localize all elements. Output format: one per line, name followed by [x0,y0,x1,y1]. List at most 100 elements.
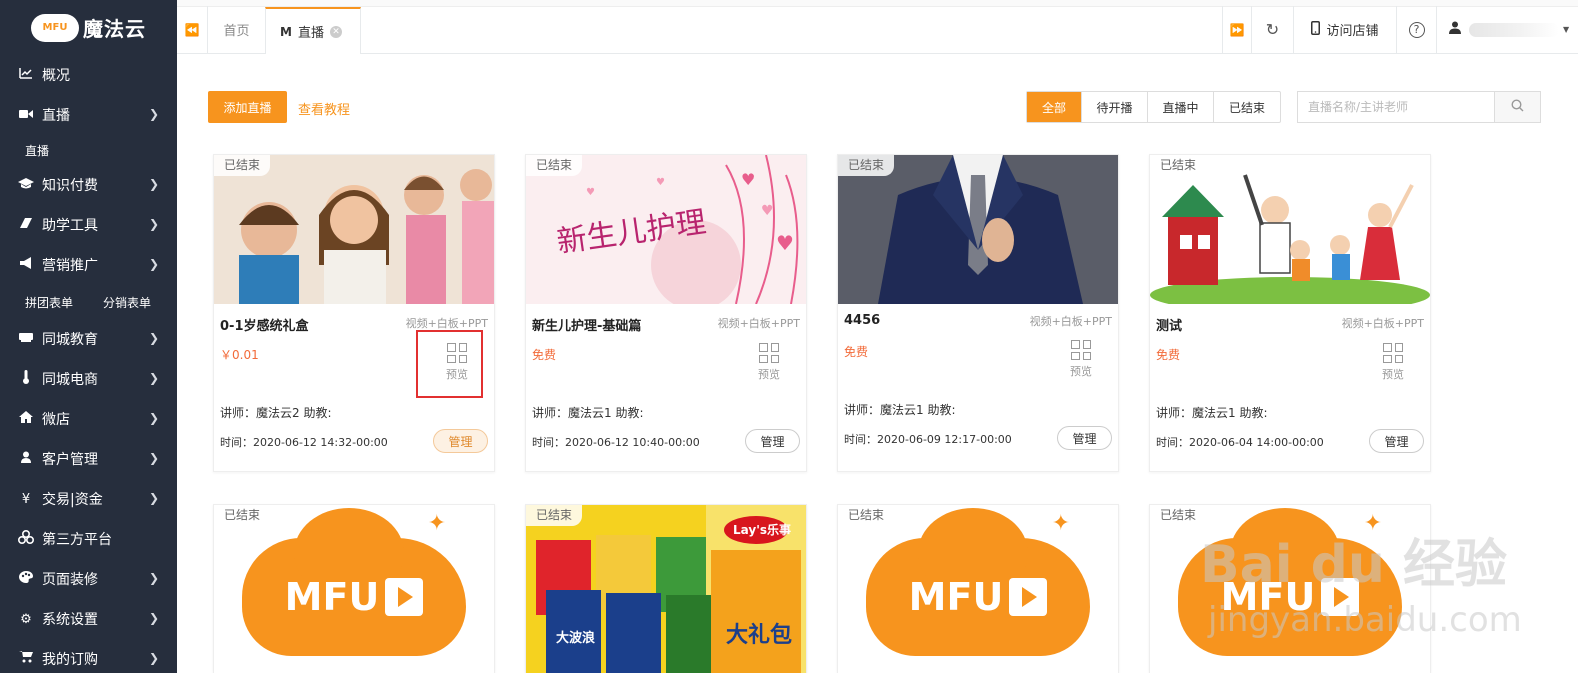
sidebar-item-knowledge[interactable]: 知识付费 ❯ [0,165,177,205]
manage-button[interactable]: 管理 [745,429,800,453]
sidebar-item-marketing[interactable]: 营销推广 ❯ [0,245,177,285]
tab-home[interactable]: 首页 [207,6,265,53]
live-card[interactable]: 已结束 测试 视频+白板+PPT 免费 预览 讲师：魔法云1 助教: 时间：20… [1149,154,1431,472]
live-card-thumbnail[interactable]: 已结束 ✦ MFU [214,505,494,673]
mobile-icon [1311,20,1321,39]
sparkle-icon: ✦ [427,511,446,536]
status-badge: 已结束 [214,155,271,176]
status-badge: 已结束 [838,155,895,176]
sidebar: MFU 魔法云 概况 直播 ❯ 直播 知识付费 ❯ 助学工具 ❯ 营销推广 ❯ [0,0,177,673]
status-filter: 全部 待开播 直播中 已结束 [1026,91,1281,123]
tab-live[interactable]: M 直播 ✕ [265,7,361,54]
live-card[interactable]: 已结束 ✦ MFU [1149,504,1431,673]
live-time: 时间：2020-06-09 12:17-00:00 [844,433,1012,446]
scroll-tabs-left-button[interactable]: ⏪ [177,6,207,53]
sidebar-item-label: 同城教育 [42,332,98,348]
sidebar-subitem-distribution-form[interactable]: 分销表单 [103,294,151,311]
live-card-thumbnail[interactable]: 已结束 [1150,155,1430,304]
view-tutorial-link[interactable]: 查看教程 [298,99,350,118]
logo[interactable]: MFU 魔法云 [0,0,177,55]
live-card-thumbnail[interactable]: 已结束 [838,155,1118,304]
preview-button[interactable]: 预览 [754,343,784,382]
chevron-right-icon: ❯ [148,491,159,505]
svg-text:♥: ♥ [761,203,774,219]
mfu-logo-icon: MFU [242,508,466,656]
sidebar-subitem-group-form[interactable]: 拼团表单 [25,294,73,311]
status-badge: 已结束 [1150,505,1207,526]
home-icon [18,411,34,427]
qr-code-icon [1383,343,1403,363]
preview-button[interactable]: 预览 [1066,340,1096,379]
mfu-logo-icon: MFU [1178,508,1402,656]
top-bar: ⏪ 首页 M 直播 ✕ ⏩ ↻ 访问店铺 ? ▼ [177,0,1578,54]
sidebar-item-subscriptions[interactable]: 我的订购 ❯ [0,639,177,673]
manage-button[interactable]: 管理 [1057,426,1112,450]
filter-all[interactable]: 全部 [1027,92,1082,122]
help-button[interactable]: ? [1396,6,1436,53]
sidebar-item-label: 第三方平台 [42,532,112,548]
live-card-thumbnail[interactable]: 已结束 ✦ MFU [1150,505,1430,673]
sidebar-item-label: 交易|资金 [42,492,103,508]
live-time: 时间：2020-06-04 14:00-00:00 [1156,436,1324,449]
sidebar-item-customers[interactable]: 客户管理 ❯ [0,439,177,479]
search-button[interactable] [1494,92,1540,122]
preview-button[interactable]: 预览 [1378,343,1408,382]
live-card[interactable]: 已结束 ✦ MFU [213,504,495,673]
live-card-thumbnail[interactable]: 已结束 ♥ ♥ ♥ ♥ ♥ 新生儿护理 [526,155,806,304]
live-card-thumbnail[interactable]: 已结束 [214,155,494,304]
sidebar-item-overview[interactable]: 概况 [0,55,177,95]
status-badge: 已结束 [838,505,895,526]
chevron-right-icon: ❯ [148,451,159,465]
manage-button[interactable]: 管理 [433,429,488,453]
chips-brand-text: Lay's乐事 [733,523,792,537]
sidebar-item-transactions[interactable]: ¥ 交易|资金 ❯ [0,479,177,519]
close-icon[interactable]: ✕ [329,25,342,38]
sidebar-item-third-party[interactable]: 第三方平台 [0,519,177,559]
live-card[interactable]: 已结束 0-1岁感统礼盒 视频+白板+PPT ￥0.01 预览 讲师：魔法云2 … [213,154,495,472]
live-teacher: 讲师：魔法云1 助教: [1156,406,1268,420]
sidebar-item-live[interactable]: 直播 ❯ [0,95,177,135]
svg-text:♥: ♥ [656,177,665,188]
user-menu[interactable]: ▼ [1436,6,1578,53]
sidebar-item-page-design[interactable]: 页面装修 ❯ [0,559,177,599]
search-input[interactable] [1298,92,1494,122]
live-card[interactable]: 已结束 Lay's乐事 大礼包 大波浪 [525,504,807,673]
add-live-button[interactable]: 添加直播 [208,91,287,123]
status-badge: 已结束 [1150,155,1207,176]
svg-text:♥: ♥ [776,231,794,255]
scroll-tabs-right-button[interactable]: ⏩ [1222,6,1251,53]
live-card-thumbnail[interactable]: 已结束 ✦ MFU [838,505,1118,673]
refresh-button[interactable]: ↻ [1251,6,1293,53]
live-title: 4456 [844,313,881,328]
live-price: 免费 [844,345,869,359]
caret-down-icon: ▼ [1563,25,1570,34]
live-card[interactable]: 已结束 ✦ MFU [837,504,1119,673]
svg-text:♥: ♥ [586,187,595,198]
manage-button[interactable]: 管理 [1369,429,1424,453]
sidebar-item-settings[interactable]: ⚙ 系统设置 ❯ [0,599,177,639]
live-card-thumbnail[interactable]: 已结束 Lay's乐事 大礼包 大波浪 [526,505,806,673]
sidebar-item-micro-store[interactable]: 微店 ❯ [0,399,177,439]
sidebar-item-local-ecommerce[interactable]: 同城电商 ❯ [0,359,177,399]
live-card[interactable]: 已结束 ♥ ♥ ♥ ♥ ♥ 新生儿护理 新生儿护理-基础篇 视频+白板+PPT … [525,154,807,472]
visit-store-button[interactable]: 访问店铺 [1293,6,1396,53]
qr-code-icon [1071,340,1091,360]
live-card[interactable]: 已结束 4456 视频+白板+PPT 免费 预览 讲师：魔法云1 助教: 时间：… [837,154,1119,472]
chevron-right-icon: ❯ [148,371,159,385]
filter-upcoming[interactable]: 待开播 [1082,92,1148,122]
status-badge: 已结束 [526,505,583,526]
filter-ended[interactable]: 已结束 [1214,92,1280,122]
sidebar-item-study-tools[interactable]: 助学工具 ❯ [0,205,177,245]
chevron-right-icon: ❯ [148,651,159,665]
sidebar-item-label: 同城电商 [42,372,98,388]
status-badge: 已结束 [526,155,583,176]
filter-live[interactable]: 直播中 [1148,92,1214,122]
chevron-right-icon: ❯ [148,331,159,345]
sparkle-icon: ✦ [1051,511,1070,536]
sidebar-item-local-education[interactable]: 同城教育 ❯ [0,319,177,359]
chevron-right-icon: ❯ [148,107,159,121]
live-teacher: 讲师：魔法云1 助教: [844,403,956,417]
live-teacher: 讲师：魔法云2 助教: [220,406,332,420]
sidebar-item-label: 直播 [42,108,70,124]
sidebar-subitem-live[interactable]: 直播 [0,135,177,165]
